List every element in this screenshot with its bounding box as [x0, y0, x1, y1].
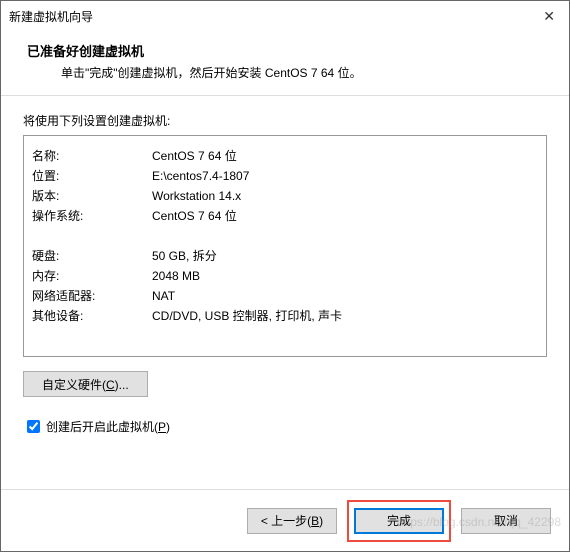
label-network: 网络适配器:	[32, 286, 152, 306]
label-os: 操作系统:	[32, 206, 152, 226]
finish-highlight: 完成	[347, 500, 451, 542]
settings-caption: 将使用下列设置创建虚拟机:	[23, 112, 547, 129]
label-memory: 内存:	[32, 266, 152, 286]
wizard-window: 新建虚拟机向导 ✕ 已准备好创建虚拟机 单击"完成"创建虚拟机，然后开始安装 C…	[0, 0, 570, 552]
spacer	[32, 226, 538, 246]
power-on-checkbox-row: 创建后开启此虚拟机(P)	[23, 417, 547, 436]
power-on-checkbox[interactable]	[27, 420, 40, 433]
label-version: 版本:	[32, 186, 152, 206]
row-other: 其他设备: CD/DVD, USB 控制器, 打印机, 声卡	[32, 306, 538, 326]
value-version: Workstation 14.x	[152, 186, 538, 206]
header-subtitle: 单击"完成"创建虚拟机，然后开始安装 CentOS 7 64 位。	[27, 64, 543, 81]
value-memory: 2048 MB	[152, 266, 538, 286]
row-os: 操作系统: CentOS 7 64 位	[32, 206, 538, 226]
row-name: 名称: CentOS 7 64 位	[32, 146, 538, 166]
row-location: 位置: E:\centos7.4-1807	[32, 166, 538, 186]
value-disk: 50 GB, 拆分	[152, 246, 538, 266]
cancel-button[interactable]: 取消	[461, 508, 551, 534]
header: 已准备好创建虚拟机 单击"完成"创建虚拟机，然后开始安装 CentOS 7 64…	[1, 31, 569, 96]
label-other: 其他设备:	[32, 306, 152, 326]
label-name: 名称:	[32, 146, 152, 166]
header-title: 已准备好创建虚拟机	[27, 41, 543, 60]
value-other: CD/DVD, USB 控制器, 打印机, 声卡	[152, 306, 538, 326]
row-version: 版本: Workstation 14.x	[32, 186, 538, 206]
titlebar: 新建虚拟机向导 ✕	[1, 1, 569, 31]
value-network: NAT	[152, 286, 538, 306]
row-disk: 硬盘: 50 GB, 拆分	[32, 246, 538, 266]
row-network: 网络适配器: NAT	[32, 286, 538, 306]
value-location: E:\centos7.4-1807	[152, 166, 538, 186]
settings-box: 名称: CentOS 7 64 位 位置: E:\centos7.4-1807 …	[23, 135, 547, 357]
window-title: 新建虚拟机向导	[9, 8, 93, 25]
finish-button[interactable]: 完成	[354, 508, 444, 534]
label-disk: 硬盘:	[32, 246, 152, 266]
label-location: 位置:	[32, 166, 152, 186]
customize-hardware-button[interactable]: 自定义硬件(C)...	[23, 371, 148, 397]
back-button[interactable]: < 上一步(B)	[247, 508, 337, 534]
power-on-label[interactable]: 创建后开启此虚拟机(P)	[46, 418, 170, 435]
value-os: CentOS 7 64 位	[152, 206, 538, 226]
row-memory: 内存: 2048 MB	[32, 266, 538, 286]
close-icon[interactable]: ✕	[537, 8, 561, 25]
body: 将使用下列设置创建虚拟机: 名称: CentOS 7 64 位 位置: E:\c…	[1, 96, 569, 489]
value-name: CentOS 7 64 位	[152, 146, 538, 166]
footer: < 上一步(B) 完成 取消	[1, 489, 569, 551]
